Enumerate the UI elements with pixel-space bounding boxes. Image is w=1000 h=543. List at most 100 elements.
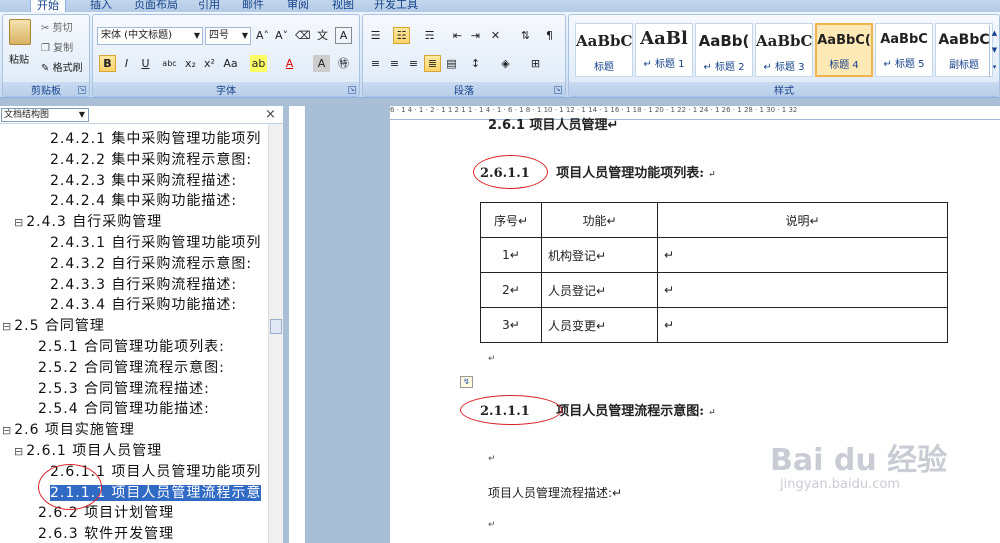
autocorrect-options-icon[interactable]: ↯ <box>460 376 473 388</box>
table-cell: 机构登记↵ <box>541 237 658 273</box>
tab-page-layout[interactable]: 页面布局 <box>128 0 184 12</box>
enclose-char-icon[interactable]: ㊕ <box>335 55 352 72</box>
docmap-item-label: 2.5.1 合同管理功能项列表: <box>38 339 225 355</box>
docmap-item[interactable]: 2.4.2.3 集中采购流程描述: <box>50 170 237 190</box>
show-marks-icon[interactable]: ¶ <box>541 27 558 44</box>
collapse-icon[interactable]: ⊟ <box>2 320 12 333</box>
line-spacing-icon[interactable]: ↕ <box>467 55 484 72</box>
heading-title: 项目人员管理功能项列表: <box>556 166 705 181</box>
grow-font-icon[interactable]: A˄ <box>254 27 271 44</box>
decrease-indent-icon[interactable]: ⇤ <box>449 27 466 44</box>
collapse-icon[interactable]: ⊟ <box>14 445 24 458</box>
styles-group-label: 样式 <box>569 82 999 97</box>
docmap-item[interactable]: 2.5.1 合同管理功能项列表: <box>38 336 225 356</box>
paste-icon[interactable] <box>9 19 31 45</box>
clipboard-launcher-icon[interactable]: ↘ <box>78 86 86 94</box>
docmap-item[interactable]: 2.4.2.4 集中采购功能描述: <box>50 190 237 210</box>
paragraph-launcher-icon[interactable]: ↘ <box>554 86 562 94</box>
tab-insert[interactable]: 插入 <box>84 0 118 12</box>
docmap-item[interactable]: ⊟ 2.4.3 自行采购管理 <box>14 211 162 231</box>
bold-icon[interactable]: B <box>99 55 116 72</box>
align-center-icon[interactable]: ≡ <box>386 55 403 72</box>
collapse-icon[interactable]: ⊟ <box>2 424 12 437</box>
font-color-icon[interactable]: A <box>281 55 298 72</box>
style-heading-5[interactable]: AaBbC ↵ 标题 5 <box>875 23 933 77</box>
ribbon: 粘贴 ✂ 剪切 ❐ 复制 ✎ 格式刷 剪贴板 ↘ 宋体 (中文标题) ▼ 四号 ▼ … <box>0 12 1000 98</box>
style-title[interactable]: AaBbC 标题 <box>575 23 633 77</box>
docmap-item-label: 2.4.3.3 自行采购流程描述: <box>50 276 238 293</box>
docmap-item-label: 2.4.2.2 集中采购流程示意图: <box>50 151 253 168</box>
docmap-item[interactable]: 2.4.2.1 集中采购管理功能项列 <box>50 128 261 148</box>
tab-view[interactable]: 视图 <box>326 0 360 12</box>
scrollbar-thumb[interactable] <box>270 319 282 334</box>
docmap-item[interactable]: 2.4.3.3 自行采购流程描述: <box>50 274 237 294</box>
close-icon[interactable]: × <box>265 107 276 122</box>
docmap-item[interactable]: ⊟ 2.5 合同管理 <box>2 315 105 335</box>
tab-review[interactable]: 审阅 <box>281 0 315 12</box>
style-heading-4[interactable]: AaBbC(标题 4 <box>815 23 873 77</box>
docmap-item[interactable]: 2.4.3.2 自行采购流程示意图: <box>50 253 252 273</box>
char-border-icon[interactable]: A <box>335 27 352 44</box>
font-size-select[interactable]: 四号 ▼ <box>205 27 251 45</box>
font-family-select[interactable]: 宋体 (中文标题) ▼ <box>97 27 203 45</box>
table-cell: 1↵ <box>480 237 542 273</box>
table-cell: ↵ <box>657 272 948 308</box>
distributed-icon[interactable]: ▤ <box>443 55 460 72</box>
shading-icon[interactable]: ◈ <box>497 55 514 72</box>
underline-icon[interactable]: U <box>137 55 154 72</box>
docmap-item[interactable]: 2.6.3 软件开发管理 <box>38 523 174 543</box>
copy-button[interactable]: ❐ 复制 <box>41 39 73 54</box>
docmap-item[interactable]: 2.5.3 合同管理流程描述: <box>38 378 210 398</box>
collapse-icon[interactable]: ⊟ <box>14 216 24 229</box>
scissors-icon: ✂ <box>41 23 50 34</box>
sort-icon[interactable]: ⇅ <box>517 27 534 44</box>
tab-references[interactable]: 引用 <box>192 0 226 12</box>
bullets-icon[interactable]: ☰ <box>367 27 384 44</box>
docmap-item[interactable]: 2.5.4 合同管理功能描述: <box>38 398 210 418</box>
docmap-item[interactable]: ⊟ 2.6 项目实施管理 <box>2 419 135 439</box>
table-cell: ↵ <box>657 307 948 343</box>
docmap-item[interactable]: ⊟ 2.6.1 项目人员管理 <box>14 440 162 460</box>
tab-developer[interactable]: 开发工具 <box>368 0 424 12</box>
highlight-icon[interactable]: ab <box>250 55 267 72</box>
clear-format-icon[interactable]: ⌫ <box>294 27 311 44</box>
docmap-scrollbar[interactable] <box>268 124 283 543</box>
borders-icon[interactable]: ⊞ <box>527 55 544 72</box>
char-shading-icon[interactable]: A <box>313 55 330 72</box>
style-heading-3[interactable]: AaBbC ↵ 标题 3 <box>755 23 813 77</box>
italic-icon[interactable]: I <box>118 55 135 72</box>
style-heading-1[interactable]: AaBl ↵ 标题 1 <box>635 23 693 77</box>
docmap-item-label: 2.5.4 合同管理功能描述: <box>38 401 210 418</box>
docmap-item[interactable]: 2.5.2 合同管理流程示意图: <box>38 357 225 377</box>
style-heading-2[interactable]: AaBb(↵ 标题 2 <box>695 23 753 77</box>
cut-button[interactable]: ✂ 剪切 <box>41 19 73 34</box>
docmap-item-label: 2.4.2.4 集中采购功能描述: <box>50 193 238 210</box>
superscript-icon[interactable]: x² <box>201 55 218 72</box>
tab-mailings[interactable]: 邮件 <box>236 0 270 12</box>
align-right-icon[interactable]: ≡ <box>405 55 422 72</box>
docmap-item[interactable]: 2.4.3.1 自行采购管理功能项列 <box>50 232 261 252</box>
docmap-item-label: 2.5.2 合同管理流程示意图: <box>38 359 225 376</box>
font-launcher-icon[interactable]: ↘ <box>348 86 356 94</box>
align-left-icon[interactable]: ≡ <box>367 55 384 72</box>
asian-layout-icon[interactable]: ✕ <box>487 27 504 44</box>
paste-button[interactable]: 粘贴 <box>9 51 29 66</box>
format-painter-button[interactable]: ✎ 格式刷 <box>41 59 83 74</box>
phonetic-guide-icon[interactable]: 文 <box>314 27 331 44</box>
tab-home[interactable]: 开始 <box>30 0 66 12</box>
numbering-icon[interactable]: ☷ <box>393 27 410 44</box>
docmap-view-select[interactable]: 文档结构图 ▼ <box>1 108 89 122</box>
subscript-icon[interactable]: x₂ <box>182 55 199 72</box>
docmap-item[interactable]: 2.4.3.4 自行采购功能描述: <box>50 294 237 314</box>
table-cell: ↵ <box>657 237 948 273</box>
justify-icon[interactable]: ≣ <box>424 55 441 72</box>
shrink-font-icon[interactable]: A˅ <box>273 27 290 44</box>
style-subtitle[interactable]: AaBbC 副标题 <box>935 23 993 77</box>
styles-scroll-icon[interactable]: ▲ ▼ ▾ <box>989 25 999 77</box>
docmap-item[interactable]: 2.4.2.2 集中采购流程示意图: <box>50 149 252 169</box>
strikethrough-icon[interactable]: abc <box>161 55 178 72</box>
change-case-icon[interactable]: Aa <box>222 55 239 72</box>
horizontal-ruler: 6 · 1 4 · 1 · 2 · 1 1 2 1 1 · 1 4 · 1 · … <box>390 106 1000 120</box>
increase-indent-icon[interactable]: ⇥ <box>467 27 484 44</box>
multilevel-list-icon[interactable]: ☴ <box>421 27 438 44</box>
